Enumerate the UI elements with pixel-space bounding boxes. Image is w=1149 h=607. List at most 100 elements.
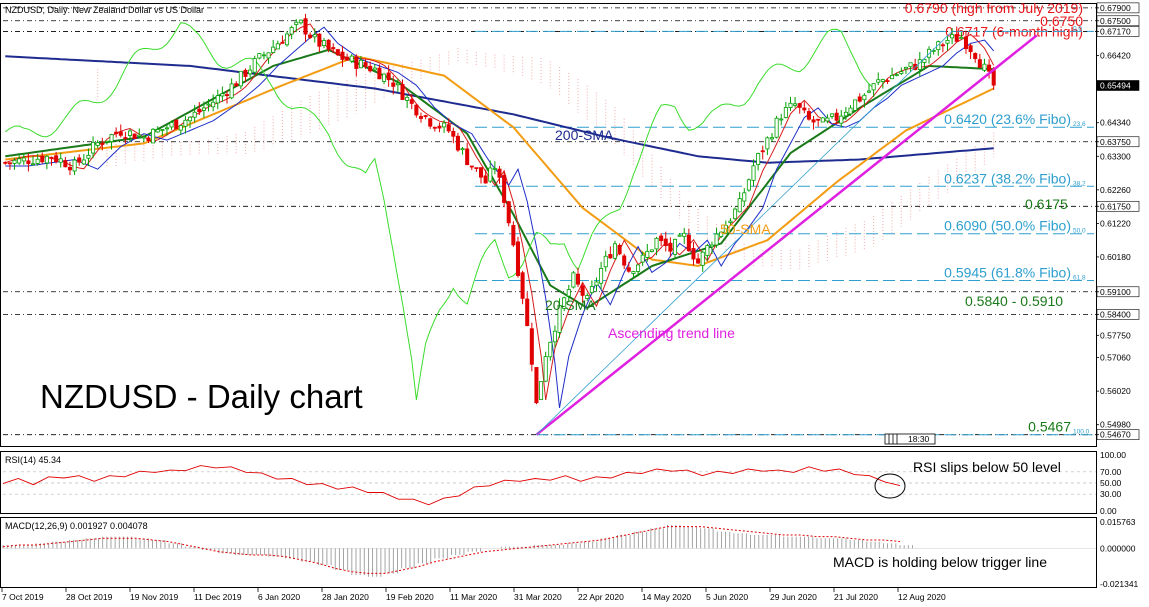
candle-body [973, 53, 978, 59]
candle-body [830, 113, 835, 117]
price-tick-label: 0.60180 [1100, 252, 1131, 262]
candle-body [215, 95, 220, 104]
candle-body [746, 179, 751, 191]
candle-body [816, 118, 821, 121]
candle-body [455, 135, 460, 151]
candle-body [201, 107, 206, 111]
macd-tick-label: 0.015763 [1100, 517, 1136, 527]
candle-body [238, 70, 243, 87]
fibo-label: 0.5467 [1028, 419, 1071, 435]
macd-tick-label: 0.000000 [1100, 543, 1136, 553]
candle-body [566, 289, 571, 297]
rsi-tick-label: 30.00 [1100, 489, 1122, 499]
candle-body [492, 168, 497, 170]
candle-body [820, 117, 825, 123]
candle-body [682, 232, 687, 237]
candle-body [797, 103, 802, 108]
date-tick-label: 22 Apr 2020 [578, 592, 624, 602]
trend-line [535, 34, 1038, 436]
price-axis: 0.67900 0.675000.67170 0.66420 0.65494 0.643… [1096, 2, 1140, 441]
candle-body [21, 157, 26, 162]
candle-body [742, 192, 747, 202]
candle-body [141, 136, 146, 139]
range-5840-5910-label: 0.5840 - 0.5910 [965, 293, 1063, 309]
rsi-tick-label: 0.00 [1100, 506, 1117, 516]
candle-body [783, 107, 788, 118]
candle-body [982, 63, 987, 71]
candle-body [839, 115, 844, 124]
candle-body [451, 130, 456, 137]
candle-body [908, 62, 913, 68]
candle-body [340, 51, 345, 60]
candle-body [691, 248, 696, 260]
candle-body [72, 159, 77, 172]
price-tick-label: 0.63750 [1100, 137, 1131, 147]
candle-body [686, 234, 691, 252]
date-tick-label: 11 Dec 2019 [194, 592, 242, 602]
candle-body [760, 150, 765, 153]
candle-body [779, 118, 784, 121]
candle-body [714, 233, 719, 246]
candle-body [520, 272, 525, 299]
price-tick-label: 0.65494 [1100, 80, 1131, 90]
candle-body [959, 37, 964, 40]
candle-body [197, 108, 202, 113]
rsi-tick-label: 100.00 [1100, 450, 1126, 460]
date-tick-label: 19 Feb 2020 [386, 592, 434, 602]
date-tick-label: 28 Jan 2020 [322, 592, 369, 602]
candle-body [395, 82, 400, 86]
candle-body [589, 286, 594, 293]
candle-body [880, 79, 885, 82]
price-tick-label: 0.67170 [1100, 26, 1131, 36]
candle-body [668, 242, 673, 252]
candle-body [945, 40, 950, 44]
candle-body [206, 103, 211, 106]
candle-body [308, 34, 313, 39]
candle-body [252, 58, 257, 73]
candle-body [169, 122, 174, 128]
candle-body [188, 116, 193, 122]
candle-body [460, 148, 465, 151]
macd-tick-label: -0.021341 [1100, 579, 1139, 589]
candle-body [899, 71, 904, 74]
candle-body [543, 356, 548, 382]
candle-body [963, 36, 968, 50]
candle-body [903, 66, 908, 70]
candle-body [700, 251, 705, 266]
candle-body [349, 55, 354, 62]
candle-body [418, 116, 424, 119]
candle-body [696, 258, 701, 264]
candle-body [7, 162, 12, 165]
fibo-percent-label: 100.0 [1073, 429, 1090, 436]
candle-body [335, 49, 340, 56]
price-tick-label: 0.63300 [1100, 151, 1131, 161]
candle-body [659, 235, 664, 242]
date-tick-label: 11 Mar 2020 [450, 592, 497, 602]
candle-body [534, 367, 539, 404]
candle-body [594, 281, 599, 286]
tenkan-line [5, 23, 995, 401]
candle-body [848, 107, 853, 115]
rsi-tick-label: 70.00 [1100, 467, 1122, 477]
candle-body [631, 271, 636, 274]
candle-body [469, 165, 474, 168]
candle-body [137, 134, 142, 137]
candle-body [409, 99, 414, 104]
candle-body [636, 264, 641, 272]
candle-body [91, 141, 96, 154]
rsi-tick-label: 50.00 [1100, 478, 1122, 488]
candle-body [386, 72, 391, 81]
candle-body [229, 83, 234, 99]
candle-body [977, 59, 982, 68]
candle-body [192, 111, 197, 118]
candle-body [317, 33, 322, 47]
date-tick-label: 6 Jan 2020 [258, 592, 300, 602]
candle-body [862, 94, 867, 101]
candle-body [178, 125, 183, 131]
candle-body [617, 244, 622, 255]
candle-body [345, 56, 350, 61]
candle-body [271, 46, 276, 53]
date-axis: 7 Oct 2019 28 Oct 2019 19 Nov 2019 11 Dec 2… [1, 588, 946, 602]
candle-body [54, 155, 59, 162]
level-6175-label: 0.6175 [1025, 196, 1068, 212]
